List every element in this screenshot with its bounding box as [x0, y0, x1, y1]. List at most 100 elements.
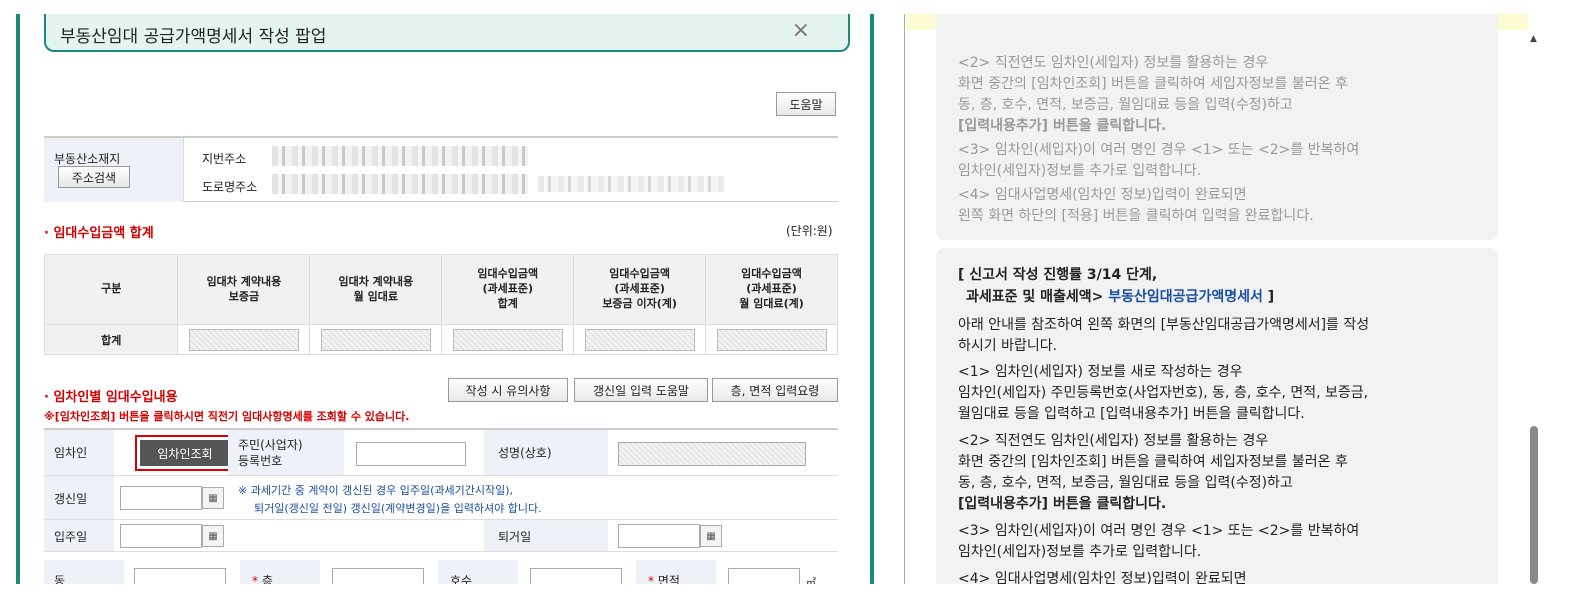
guide-line: <2> 직전연도 임차인(세입자) 정보를 활용하는 경우 — [958, 433, 1269, 449]
unit-no-input[interactable] — [530, 568, 622, 584]
sum-interest-field — [584, 328, 695, 351]
calendar-icon[interactable]: ▦ — [202, 525, 224, 547]
popup-window: 부동산임대 공급가액명세서 작성 팝업 × 도움말 부동산소재지 주소검색 지번… — [16, 14, 874, 584]
popup-title-bar: 부동산임대 공급가액명세서 작성 팝업 × — [44, 14, 850, 52]
floor-label-cell: * 층 — [240, 560, 320, 584]
renewal-note-line2: 퇴거일(갱신일 전일) 갱신일(계약변경일)을 입력하셔야 합니다. — [254, 502, 542, 515]
area-input[interactable] — [728, 568, 800, 584]
sum-total-field — [452, 328, 563, 351]
road-address-detail-redacted — [538, 176, 724, 192]
sum-rent-field — [320, 328, 431, 351]
sum-col-header: 임대수입금액 (과세표준) 합계 — [441, 254, 575, 325]
guide-line: <1> 임차인(세입자) 정보를 새로 작성하는 경우 — [958, 364, 1243, 380]
progress-heading-category: 과세표준 및 매출세액> — [966, 289, 1104, 305]
address-header: 부동산소재지 주소검색 — [44, 138, 184, 202]
guide-line: 아래 안내를 참조하여 왼쪽 화면의 [부동산임대공급가액명세서]를 작성 — [958, 317, 1370, 333]
close-icon[interactable]: × — [792, 18, 810, 43]
panel-divider — [904, 14, 905, 584]
unit-no-label-cell: 호수 — [438, 560, 518, 584]
address-search-button[interactable]: 주소검색 — [58, 166, 130, 188]
unit-label: (단위:원) — [786, 224, 833, 238]
area-unit: ㎡ — [806, 578, 816, 584]
registration-number-input[interactable] — [356, 442, 466, 466]
renewal-label: 갱신일 — [54, 492, 88, 506]
sum-cell — [705, 324, 838, 355]
sum-table: 구분 임대차 계약내용 보증금 임대차 계약내용 월 임대료 임대수입금액 (과… — [43, 254, 838, 355]
renewal-help-button[interactable]: 갱신일 입력 도움말 — [574, 378, 708, 402]
id-label-cell: 주민(사업자) 등록번호 — [228, 430, 344, 476]
guide-line: <2> 직전연도 임차인(세입자) 정보를 활용하는 경우 — [958, 55, 1269, 71]
popup-title: 부동산임대 공급가액명세서 작성 팝업 — [60, 27, 327, 47]
floor-label-wrap: * 층 — [252, 572, 273, 584]
dong-input[interactable] — [134, 568, 226, 584]
guide-line: <3> 임차인(세입자)이 여러 명인 경우 <1> 또는 <2>를 반복하여 — [958, 142, 1360, 158]
guide-box-previous: <2> 직전연도 임차인(세입자) 정보를 활용하는 경우 화면 중간의 [임차… — [936, 14, 1498, 240]
floor-label: 층 — [261, 574, 273, 584]
lot-address-redacted — [272, 146, 528, 166]
name-label: 성명(상호) — [498, 446, 552, 460]
sum-cell — [177, 324, 311, 355]
scrollbar[interactable]: ▲ — [1528, 14, 1542, 584]
sum-col-header: 구분 — [43, 254, 179, 325]
sum-col-header: 임대수입금액 (과세표준) 보증금 이자(계) — [573, 254, 707, 325]
guide-line: <3> 임차인(세입자)이 여러 명인 경우 <1> 또는 <2>를 반복하여 — [958, 523, 1360, 539]
progress-heading-line1: [ 신고서 작성 진행률 3/14 단계, — [958, 267, 1158, 283]
address-header-label: 부동산소재지 — [54, 152, 121, 166]
floor-input[interactable] — [332, 568, 424, 584]
guide-line: 월임대료 등을 입력하고 [입력내용추가] 버튼을 클릭합니다. — [958, 406, 1305, 422]
guide-box-current: [ 신고서 작성 진행률 3/14 단계, 과세표준 및 매출세액> 부동산임대… — [936, 248, 1498, 584]
lot-address-label: 지번주소 — [202, 152, 247, 166]
calendar-icon[interactable]: ▦ — [700, 525, 722, 547]
caution-button[interactable]: 작성 시 유의사항 — [448, 378, 568, 402]
guide-line: 동, 층, 호수, 면적, 보증금, 월임대료 등을 입력(수정)하고 — [958, 97, 1293, 113]
dong-label: 동 — [54, 574, 66, 584]
sum-cell — [309, 324, 443, 355]
guide-panel: <2> 직전연도 임차인(세입자) 정보를 활용하는 경우 화면 중간의 [임차… — [906, 14, 1528, 584]
id-label-line2: 등록번호 — [238, 454, 283, 468]
required-mark: * — [252, 574, 258, 584]
tenant-lookup-notice: ※[임차인조회] 버튼을 클릭하시면 직전기 임대사항명세를 조회할 수 있습니… — [44, 410, 410, 423]
sum-cell — [573, 324, 707, 355]
renewal-note-line1: ※ 과세기간 중 계약이 갱신된 경우 입주일(과세기간시작일), — [238, 484, 514, 497]
movein-label-cell: 입주일 — [44, 520, 114, 552]
movein-label: 입주일 — [54, 530, 88, 544]
road-address-label: 도로명주소 — [202, 180, 258, 194]
help-button[interactable]: 도움말 — [776, 92, 836, 116]
progress-heading-bracket: ] — [1267, 289, 1275, 305]
movein-date-input[interactable] — [120, 524, 202, 548]
guide-line: [입력내용추가] 버튼을 클릭합니다. — [958, 496, 1167, 512]
guide-line: 동, 층, 호수, 면적, 보증금, 월임대료 등을 입력(수정)하고 — [958, 475, 1293, 491]
area-label: 면적 — [657, 574, 680, 584]
tenant-lookup-button[interactable]: 임차인조회 — [135, 435, 235, 471]
guide-line: <4> 임대사업명세(임차인 정보)입력이 완료되면 — [958, 571, 1247, 584]
sum-section-title: · 임대수입금액 합계 — [44, 226, 154, 241]
sum-col-header: 임대차 계약내용 보증금 — [177, 254, 311, 325]
guide-line: 하시기 바랍니다. — [958, 338, 1058, 354]
floor-area-guide-button[interactable]: 층, 면적 입력요령 — [712, 378, 838, 402]
dong-label-cell: 동 — [44, 560, 124, 584]
renewal-date-input[interactable] — [120, 486, 202, 510]
progress-heading-line2: 과세표준 및 매출세액> 부동산임대공급가액명세서 ] — [966, 286, 1274, 306]
guide-line: 화면 중간의 [임차인조회] 버튼을 클릭하여 세입자정보를 불러온 후 — [958, 454, 1348, 470]
scroll-thumb[interactable] — [1530, 426, 1538, 584]
progress-heading-form-link[interactable]: 부동산임대공급가액명세서 — [1108, 289, 1263, 305]
sum-deposit-field — [188, 328, 299, 351]
calendar-icon[interactable]: ▦ — [202, 487, 224, 509]
moveout-date-input[interactable] — [618, 524, 700, 548]
sum-row-label: 합계 — [43, 324, 179, 355]
tenant-label: 임차인 — [54, 446, 88, 460]
guide-line: [입력내용추가] 버튼을 클릭합니다. — [958, 118, 1167, 134]
area-label-cell: * 면적 — [636, 560, 716, 584]
name-label-cell: 성명(상호) — [484, 430, 608, 476]
moveout-label: 퇴거일 — [498, 530, 532, 544]
sum-monthly-field — [716, 328, 827, 351]
guide-line: 임차인(세입자)정보를 추가로 입력합니다. — [958, 163, 1202, 179]
required-mark: * — [648, 574, 654, 584]
guide-line: 임차인(세입자)정보를 추가로 입력합니다. — [958, 544, 1202, 560]
unit-no-label: 호수 — [450, 574, 473, 584]
address-table: 부동산소재지 주소검색 지번주소 도로명주소 — [44, 136, 838, 202]
id-label-line1: 주민(사업자) — [238, 438, 303, 452]
tenant-label-cell: 임차인 — [44, 430, 114, 476]
renewal-label-cell: 갱신일 — [44, 476, 114, 520]
scroll-up-icon[interactable]: ▲ — [1530, 34, 1537, 44]
